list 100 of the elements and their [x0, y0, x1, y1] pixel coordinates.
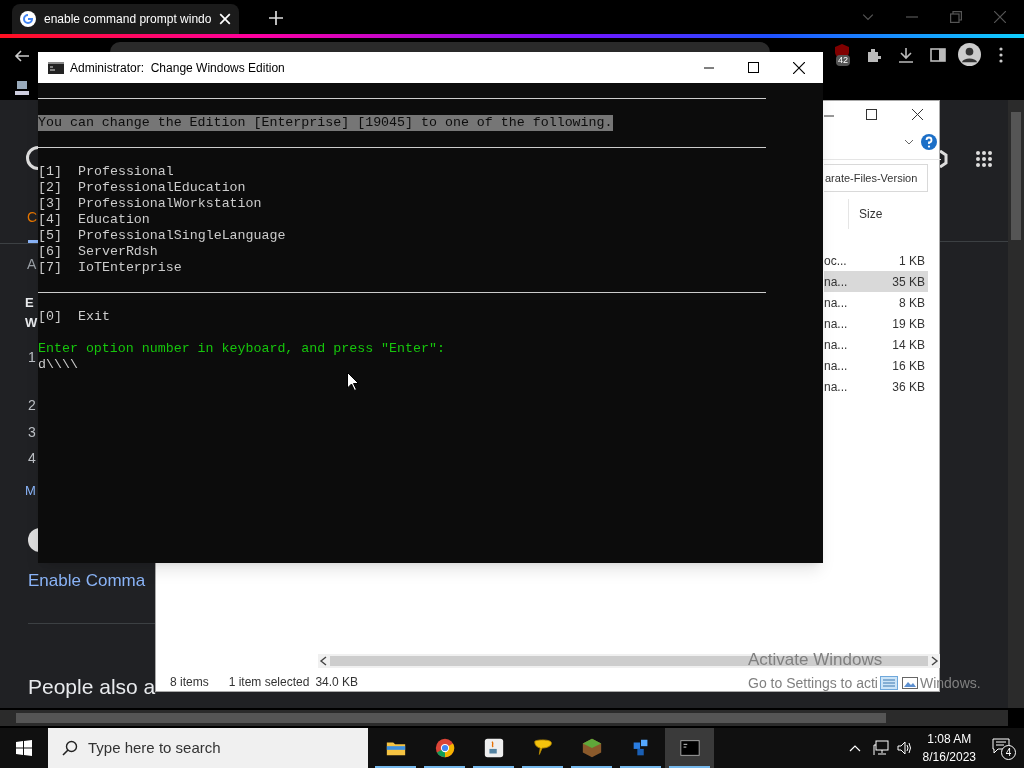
file-row[interactable]: na... 14 KB	[824, 334, 928, 355]
scrollbar-thumb[interactable]	[16, 713, 886, 723]
search-placeholder: Type here to search	[88, 737, 221, 758]
chevron-down-icon[interactable]	[904, 139, 914, 145]
close-icon[interactable]	[793, 61, 805, 74]
help-icon[interactable]	[921, 134, 937, 150]
clock-time: 1:08 AM	[927, 731, 972, 748]
option-label: ProfessionalSingleLanguage	[78, 228, 286, 244]
option-key: [5]	[38, 228, 78, 244]
console-icon	[678, 737, 701, 759]
clock-date: 8/16/2023	[922, 749, 976, 766]
result-link[interactable]: Enable Comma	[28, 568, 146, 594]
file-size: 16 KB	[892, 357, 925, 375]
cursor-icon	[347, 372, 359, 391]
console-icon	[48, 61, 64, 74]
notification-badge: 4	[1001, 745, 1016, 760]
file-row[interactable]: oc... 1 KB	[824, 250, 928, 271]
file-row[interactable]: na... 8 KB	[824, 292, 928, 313]
option-label: Exit	[78, 309, 110, 325]
network-icon[interactable]	[872, 740, 889, 756]
profile-icon[interactable]	[958, 43, 981, 66]
back-icon[interactable]	[14, 48, 30, 64]
file-name: oc...	[824, 252, 847, 270]
file-size: 19 KB	[892, 315, 925, 333]
file-name: na...	[824, 315, 848, 333]
option-key: [2]	[38, 180, 78, 196]
option-label: IoTEnterprise	[78, 260, 182, 276]
menu-icon[interactable]	[998, 47, 1004, 63]
option-key: [0]	[38, 309, 78, 325]
maximize-icon[interactable]	[866, 109, 877, 120]
text-fragment: 2	[28, 396, 36, 414]
link-text[interactable]: M	[25, 482, 36, 500]
search-field[interactable]: arate-Files-Version	[824, 164, 928, 192]
status-text: 34.0 KB	[315, 674, 359, 691]
console-prompt: Enter option number in keyboard, and press "Enter":	[38, 341, 445, 357]
taskbar-button[interactable]	[665, 728, 714, 768]
file-name: na...	[824, 273, 848, 291]
download-icon[interactable]	[898, 47, 914, 63]
option-key: [1]	[38, 164, 78, 180]
browser-tab[interactable]: enable command prompt windo	[12, 4, 240, 34]
option-key: [7]	[38, 260, 78, 276]
new-tab-icon[interactable]	[269, 11, 284, 25]
horizontal-scrollbar[interactable]	[0, 710, 1008, 726]
option-label: Education	[78, 212, 150, 228]
scrollbar-thumb[interactable]	[1011, 112, 1021, 240]
maximize-icon[interactable]	[748, 62, 759, 73]
computer-icon[interactable]	[14, 80, 30, 96]
google-icon	[20, 11, 36, 27]
cup-icon	[482, 737, 505, 759]
option-key: [6]	[38, 244, 78, 260]
text-fragment: E	[25, 294, 34, 312]
activation-title: Activate Windows	[748, 650, 883, 670]
volume-icon[interactable]	[896, 740, 913, 756]
section-heading: People also a	[28, 674, 156, 700]
vertical-scrollbar[interactable]	[1008, 100, 1024, 708]
chevron-up-icon[interactable]	[848, 744, 861, 752]
file-row[interactable]: na... 19 KB	[824, 313, 928, 334]
file-size: 36 KB	[892, 378, 925, 396]
windows-icon[interactable]	[16, 740, 32, 756]
extension-badge: 42	[836, 55, 850, 66]
thumbnail-view-icon[interactable]	[901, 676, 918, 690]
option-key: [4]	[38, 212, 78, 228]
text-fragment: A	[27, 255, 37, 273]
status-text: 1 item selected	[228, 674, 310, 691]
circle-logo-icon	[24, 146, 38, 170]
option-label: ProfessionalWorkstation	[78, 196, 262, 212]
text-fragment: W	[25, 314, 38, 332]
console-input-text: d\\\\	[38, 357, 78, 373]
file-row[interactable]: na... 35 KB	[824, 271, 928, 292]
restore-icon[interactable]	[950, 11, 962, 23]
option-label: ServerRdsh	[78, 244, 158, 260]
chrome-icon	[433, 737, 456, 759]
file-size: 1 KB	[899, 252, 925, 270]
activation-text: Go to Settings to acti	[748, 674, 878, 693]
column-header[interactable]: Size	[848, 199, 928, 229]
option-label: Professional	[78, 164, 174, 180]
text-fragment: 4	[28, 449, 36, 467]
file-name: na...	[824, 294, 848, 312]
file-size: 35 KB	[892, 273, 925, 291]
option-label: ProfessionalEducation	[78, 180, 246, 196]
notification-icon[interactable]	[992, 738, 1010, 754]
file-name: na...	[824, 357, 848, 375]
status-text: 8 items	[170, 674, 209, 691]
file-size: 8 KB	[899, 294, 925, 312]
text-fragment: C	[27, 208, 38, 226]
file-row[interactable]: na... 16 KB	[824, 355, 928, 376]
file-row[interactable]: na... 36 KB	[824, 376, 928, 397]
option-key: [3]	[38, 196, 78, 212]
apps-icon[interactable]	[976, 151, 992, 167]
puzzle-icon[interactable]	[866, 47, 882, 63]
file-name: na...	[824, 336, 848, 354]
text-fragment: 3	[28, 423, 36, 441]
grass-block-icon	[580, 737, 603, 759]
close-icon[interactable]	[912, 109, 923, 120]
file-size: 14 KB	[892, 336, 925, 354]
side-panel-icon[interactable]	[930, 47, 946, 63]
search-icon	[62, 740, 78, 756]
search-box[interactable]: Type here to search	[48, 728, 368, 768]
console-text: You can change the Edition [Enterprise] [19045] to one of the following.	[38, 115, 613, 131]
horizontal-scrollbar[interactable]	[318, 654, 940, 668]
